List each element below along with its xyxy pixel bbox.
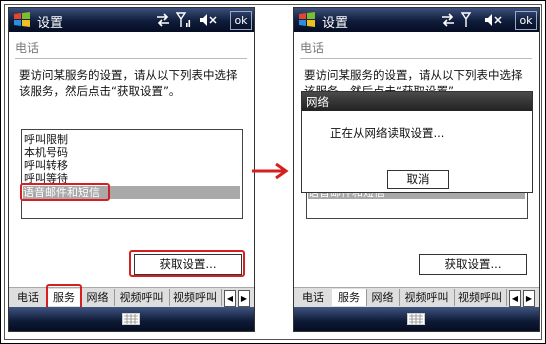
tab-video-call-2[interactable]: 视频呼叫	[169, 289, 222, 306]
divider	[300, 58, 532, 59]
section-title: 电话	[300, 41, 325, 55]
tab-network[interactable]: 网络	[81, 289, 115, 306]
title-bar: 设置 ok	[9, 8, 254, 32]
keyboard-icon[interactable]	[407, 313, 425, 325]
arrow-right-icon	[252, 162, 289, 180]
window-title: 设置	[322, 16, 349, 31]
signal-icon[interactable]	[461, 11, 477, 29]
tab-scroll-right-icon[interactable]: ▶	[523, 290, 535, 307]
tab-video-call[interactable]: 视频呼叫	[399, 289, 455, 306]
tab-scroll-right-icon[interactable]: ▶	[238, 290, 250, 307]
instructions-text: 要访问某服务的设置，请从以下列表中选择该服务，然后点击“获取设置”。	[19, 68, 238, 98]
connectivity-icon[interactable]	[155, 11, 171, 29]
tab-bar: 电话 服务 网络 视频呼叫 视频呼叫 ◀ ▶	[294, 287, 539, 307]
title-bar: 设置 ok	[294, 8, 539, 32]
menu-bar	[294, 307, 539, 331]
ok-button[interactable]: ok	[230, 11, 252, 30]
network-dialog: 网络 正在从网络读取设置... 取消	[301, 91, 533, 193]
ok-button[interactable]: ok	[515, 11, 537, 30]
keyboard-icon[interactable]	[122, 313, 140, 325]
menu-bar	[9, 307, 254, 331]
highlight-selected-item	[20, 183, 110, 201]
tab-phone[interactable]: 电话	[9, 289, 48, 306]
tab-network[interactable]: 网络	[366, 289, 400, 306]
dialog-message: 正在从网络读取设置...	[330, 126, 445, 140]
highlight-get-settings	[129, 250, 245, 277]
left-screen: 设置 ok 电话 要访问某服务的设置，请从以下列表中选择该服务，然后点击“获取设…	[8, 7, 255, 332]
tab-video-call[interactable]: 视频呼叫	[114, 289, 170, 306]
tab-video-call-2[interactable]: 视频呼叫	[454, 289, 507, 306]
window-title: 设置	[37, 16, 64, 31]
tab-scroll-left-icon[interactable]: ◀	[224, 290, 236, 307]
tab-services[interactable]: 服务	[332, 289, 367, 306]
signal-icon[interactable]	[176, 11, 192, 29]
divider	[15, 58, 247, 59]
tab-scroll-left-icon[interactable]: ◀	[509, 290, 521, 307]
speaker-icon[interactable]	[198, 11, 218, 29]
dialog-title: 网络	[306, 95, 329, 109]
windows-logo-icon[interactable]	[13, 11, 31, 29]
tab-phone[interactable]: 电话	[294, 289, 333, 306]
list-item[interactable]: 呼叫转移	[24, 159, 68, 172]
get-settings-button[interactable]: 获取设置...	[419, 254, 527, 275]
list-item[interactable]: 本机号码	[24, 146, 68, 159]
cancel-button[interactable]: 取消	[387, 170, 449, 189]
services-listbox[interactable]: 呼叫限制 本机号码 呼叫转移 呼叫等待 语音邮件和短信	[21, 129, 243, 219]
speaker-icon[interactable]	[483, 11, 503, 29]
section-title: 电话	[15, 41, 40, 55]
dialog-title-bar: 网络	[302, 92, 532, 111]
right-screen: 设置 ok 电话 要访问某服务的设置，请从以下列表中选择该服务，然后点击“获取设…	[293, 7, 540, 332]
windows-logo-icon[interactable]	[298, 11, 316, 29]
connectivity-icon[interactable]	[440, 11, 456, 29]
list-item[interactable]: 呼叫限制	[24, 133, 68, 146]
